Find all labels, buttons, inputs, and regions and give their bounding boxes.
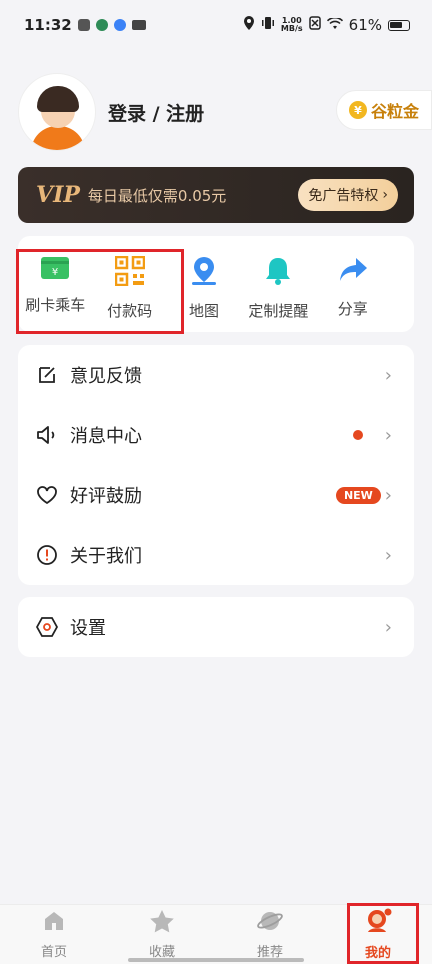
speaker-icon xyxy=(36,424,58,446)
ad-free-label: 免广告特权 xyxy=(308,188,379,204)
quick-action-map[interactable]: 地图 xyxy=(167,236,241,332)
quick-action-label: 分享 xyxy=(337,300,368,318)
menu-item-label: 消息中心 xyxy=(70,426,142,447)
quick-actions-card: ¥ 刷卡乘车 付款码 地图 定制提醒 分享 xyxy=(18,236,414,332)
new-badge: NEW xyxy=(335,486,381,504)
status-bar: 11:32 1.00 MB/s 61% xyxy=(0,0,432,50)
profile-icon xyxy=(364,908,392,938)
nav-tab-home[interactable]: 首页 xyxy=(0,905,108,964)
coin-label: 谷粒金 xyxy=(371,102,420,121)
nav-tab-label: 首页 xyxy=(40,945,67,960)
nav-tab-favorites[interactable]: 收藏 xyxy=(108,905,216,964)
svg-text:¥: ¥ xyxy=(52,267,58,278)
chevron-right-icon: › xyxy=(384,544,392,566)
location-icon xyxy=(243,16,255,34)
menu-card-settings: 设置 › xyxy=(18,597,414,657)
info-icon xyxy=(36,544,58,566)
share-arrow-icon xyxy=(338,256,368,288)
app-notification-icon-2 xyxy=(95,19,108,31)
vip-banner[interactable]: VIP 每日最低仅需0.05元 免广告特权 › xyxy=(18,167,414,223)
login-register-link[interactable]: 登录 / 注册 xyxy=(108,99,204,126)
menu-card-main: 意见反馈 › 消息中心 › 好评鼓励 NEW › 关于我们 › xyxy=(18,345,414,585)
bottom-nav: 首页 收藏 推荐 我的 xyxy=(0,904,432,964)
avatar[interactable] xyxy=(18,73,96,151)
menu-item-feedback[interactable]: 意见反馈 › xyxy=(18,345,414,405)
vibrate-icon xyxy=(261,16,275,34)
quick-action-payment-code[interactable]: 付款码 xyxy=(92,236,166,332)
quick-action-label: 地图 xyxy=(188,302,219,320)
nav-tab-profile[interactable]: 我的 xyxy=(324,905,432,964)
battery-percent: 61% xyxy=(348,16,382,34)
coin-button[interactable]: ¥ 谷粒金 xyxy=(336,90,432,130)
map-pin-icon xyxy=(190,256,218,290)
vip-logo: VIP xyxy=(36,182,80,208)
nav-tab-label: 我的 xyxy=(364,946,391,961)
planet-icon xyxy=(257,909,283,937)
menu-item-about[interactable]: 关于我们 › xyxy=(18,525,414,585)
menu-item-label: 好评鼓励 xyxy=(70,486,142,507)
wifi-icon xyxy=(326,16,343,34)
star-icon xyxy=(149,909,175,937)
heart-icon xyxy=(36,484,58,506)
chevron-right-icon: › xyxy=(384,484,392,506)
chevron-right-icon: › xyxy=(384,616,392,638)
quick-action-share[interactable]: 分享 xyxy=(316,236,390,332)
battery-icon xyxy=(388,19,410,31)
status-time: 11:32 xyxy=(24,16,72,34)
net-speed-unit: MB/s xyxy=(280,24,303,33)
menu-item-rating[interactable]: 好评鼓励 NEW › xyxy=(18,465,414,525)
net-speed: 1.00 MB/s xyxy=(281,17,303,33)
unread-dot xyxy=(352,430,363,440)
card-icon: ¥ xyxy=(40,256,70,284)
quick-action-label: 定制提醒 xyxy=(248,302,309,320)
menu-item-messages[interactable]: 消息中心 › xyxy=(18,405,414,465)
menu-item-label: 设置 xyxy=(70,618,106,639)
bell-icon xyxy=(264,256,292,290)
coin-icon: ¥ xyxy=(349,101,367,119)
quick-action-card-ride[interactable]: ¥ 刷卡乘车 xyxy=(18,236,92,332)
no-sim-icon xyxy=(308,16,321,34)
quick-action-label: 付款码 xyxy=(107,302,153,320)
baidu-paw-icon xyxy=(113,19,126,31)
chevron-right-icon: › xyxy=(382,187,388,203)
status-left: 11:32 xyxy=(24,16,146,34)
menu-item-settings[interactable]: 设置 › xyxy=(18,597,414,657)
nav-tab-recommend[interactable]: 推荐 xyxy=(216,905,324,964)
quick-action-reminder[interactable]: 定制提醒 xyxy=(241,236,315,332)
status-right: 1.00 MB/s 61% xyxy=(243,16,410,34)
vip-promo-text: 每日最低仅需0.05元 xyxy=(87,186,227,205)
home-indicator[interactable] xyxy=(128,958,304,962)
quick-action-label: 刷卡乘车 xyxy=(25,296,86,314)
chevron-right-icon: › xyxy=(384,424,392,446)
chevron-right-icon: › xyxy=(384,364,392,386)
app-notification-icon xyxy=(77,19,90,31)
menu-item-label: 意见反馈 xyxy=(70,366,142,387)
edit-icon xyxy=(36,364,58,386)
home-icon xyxy=(42,909,66,937)
settings-hexagon-icon xyxy=(36,616,58,638)
menu-item-label: 关于我们 xyxy=(70,546,142,567)
profile-header: 登录 / 注册 ¥ 谷粒金 xyxy=(18,72,432,152)
qrcode-icon xyxy=(114,255,145,290)
app-notification-icon-3 xyxy=(131,20,146,30)
ad-free-privilege-button[interactable]: 免广告特权 › xyxy=(298,179,398,211)
